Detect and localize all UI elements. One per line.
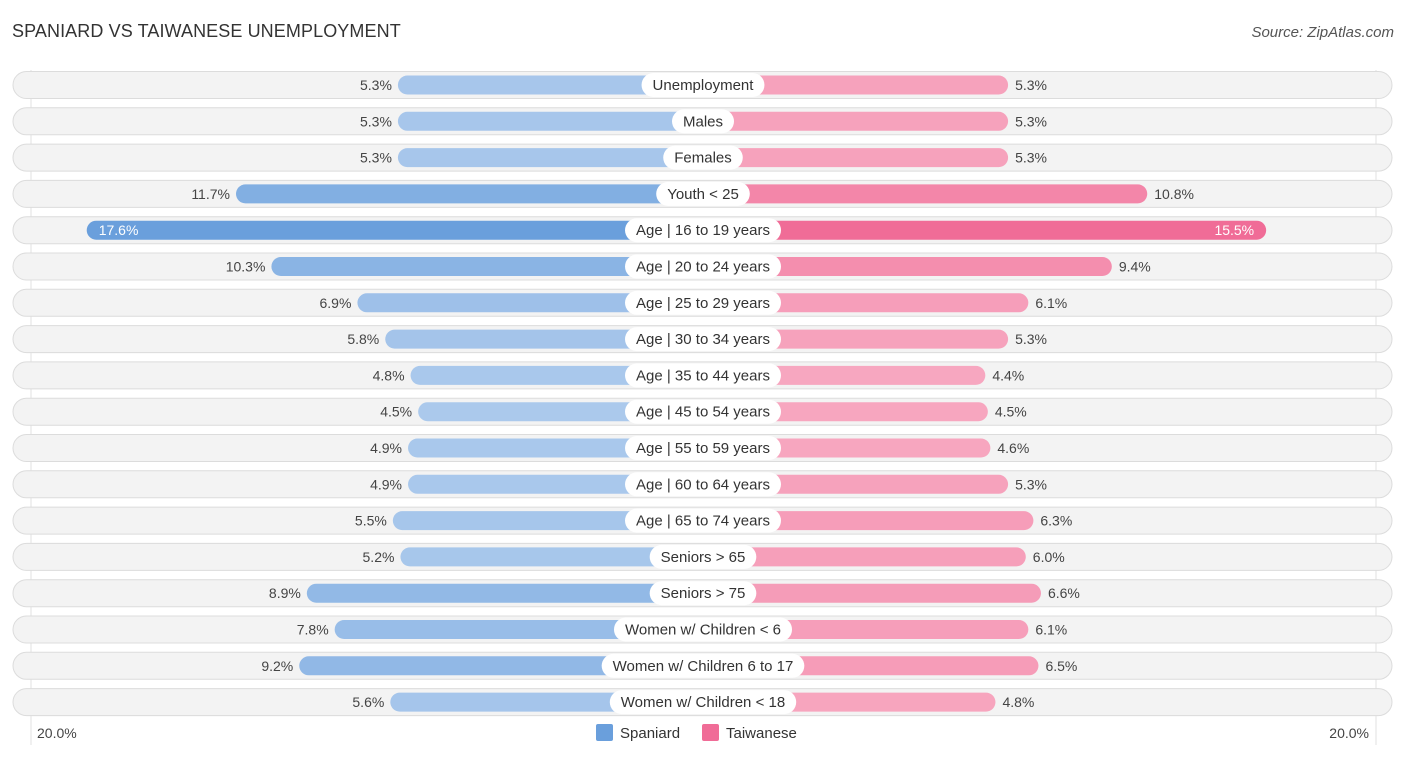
value-label-taiwanese: 9.4% [1119, 259, 1151, 275]
value-label-spaniard: 5.3% [360, 77, 392, 93]
value-label-spaniard: 17.6% [99, 222, 139, 238]
value-label-taiwanese: 4.5% [995, 404, 1027, 420]
bar-spaniard[interactable] [397, 148, 703, 168]
bar-spaniard[interactable] [86, 220, 704, 240]
value-label-spaniard: 4.5% [380, 404, 412, 420]
value-label-taiwanese: 4.6% [997, 440, 1029, 456]
value-label-spaniard: 11.7% [191, 186, 230, 202]
legend-swatch-taiwanese [702, 724, 719, 741]
category-label: Age | 65 to 74 years [636, 513, 770, 530]
value-label-spaniard: 4.9% [370, 440, 402, 456]
value-label-spaniard: 5.5% [355, 513, 387, 529]
axis-label-left: 20.0% [37, 725, 77, 741]
value-label-taiwanese: 6.5% [1045, 658, 1077, 674]
value-label-taiwanese: 5.3% [1015, 331, 1047, 347]
category-label: Females [674, 150, 732, 167]
value-label-spaniard: 9.2% [261, 658, 293, 674]
bar-taiwanese[interactable] [703, 111, 1009, 131]
category-label: Age | 20 to 24 years [636, 259, 770, 276]
value-label-spaniard: 6.9% [320, 295, 352, 311]
category-label: Age | 45 to 54 years [636, 404, 770, 421]
category-label: Age | 30 to 34 years [636, 331, 770, 348]
category-label: Women w/ Children 6 to 17 [613, 658, 794, 675]
bar-taiwanese[interactable] [703, 220, 1267, 240]
value-label-spaniard: 10.3% [226, 259, 266, 275]
category-label: Age | 60 to 64 years [636, 476, 770, 493]
category-label: Males [683, 113, 723, 130]
value-label-spaniard: 4.9% [370, 476, 402, 492]
category-label: Age | 35 to 44 years [636, 367, 770, 384]
value-label-taiwanese: 6.1% [1035, 295, 1067, 311]
value-label-taiwanese: 5.3% [1015, 113, 1047, 129]
legend-swatch-spaniard [596, 724, 613, 741]
value-label-taiwanese: 15.5% [1214, 222, 1254, 238]
value-label-spaniard: 8.9% [269, 585, 301, 601]
bar-taiwanese[interactable] [703, 148, 1009, 168]
bar-taiwanese[interactable] [703, 184, 1148, 204]
value-label-spaniard: 5.3% [360, 113, 392, 129]
value-label-spaniard: 5.8% [347, 331, 379, 347]
category-label: Seniors > 75 [661, 585, 746, 602]
axis-label-right: 20.0% [1329, 725, 1369, 741]
category-label: Women w/ Children < 6 [625, 622, 781, 639]
category-label: Age | 25 to 29 years [636, 295, 770, 312]
value-label-taiwanese: 6.0% [1033, 549, 1065, 565]
category-label: Seniors > 65 [661, 549, 746, 566]
value-label-spaniard: 5.3% [360, 150, 392, 166]
category-label: Age | 16 to 19 years [636, 222, 770, 239]
value-label-taiwanese: 5.3% [1015, 77, 1047, 93]
category-label: Age | 55 to 59 years [636, 440, 770, 457]
value-label-taiwanese: 10.8% [1154, 186, 1194, 202]
category-label: Unemployment [653, 77, 755, 94]
value-label-taiwanese: 4.4% [992, 367, 1024, 383]
category-label: Youth < 25 [667, 186, 739, 203]
bar-spaniard[interactable] [306, 583, 703, 603]
value-label-taiwanese: 6.1% [1035, 622, 1067, 638]
value-label-spaniard: 7.8% [297, 622, 329, 638]
value-label-spaniard: 5.2% [363, 549, 395, 565]
value-label-taiwanese: 6.3% [1040, 513, 1072, 529]
bar-spaniard[interactable] [397, 111, 703, 131]
value-label-spaniard: 4.8% [373, 367, 405, 383]
value-label-taiwanese: 5.3% [1015, 476, 1047, 492]
value-label-spaniard: 5.6% [352, 694, 384, 710]
bar-spaniard[interactable] [235, 184, 704, 204]
value-label-taiwanese: 4.8% [1002, 694, 1034, 710]
legend-label-taiwanese: Taiwanese [726, 725, 797, 742]
value-label-taiwanese: 5.3% [1015, 150, 1047, 166]
legend-label-spaniard: Spaniard [620, 725, 680, 742]
category-label: Women w/ Children < 18 [621, 694, 785, 711]
chart-canvas: 5.3% 5.3% Unemployment 5.3% 5.3% Males 5.3% 5.3… [12, 70, 1393, 745]
value-label-taiwanese: 6.6% [1048, 585, 1080, 601]
